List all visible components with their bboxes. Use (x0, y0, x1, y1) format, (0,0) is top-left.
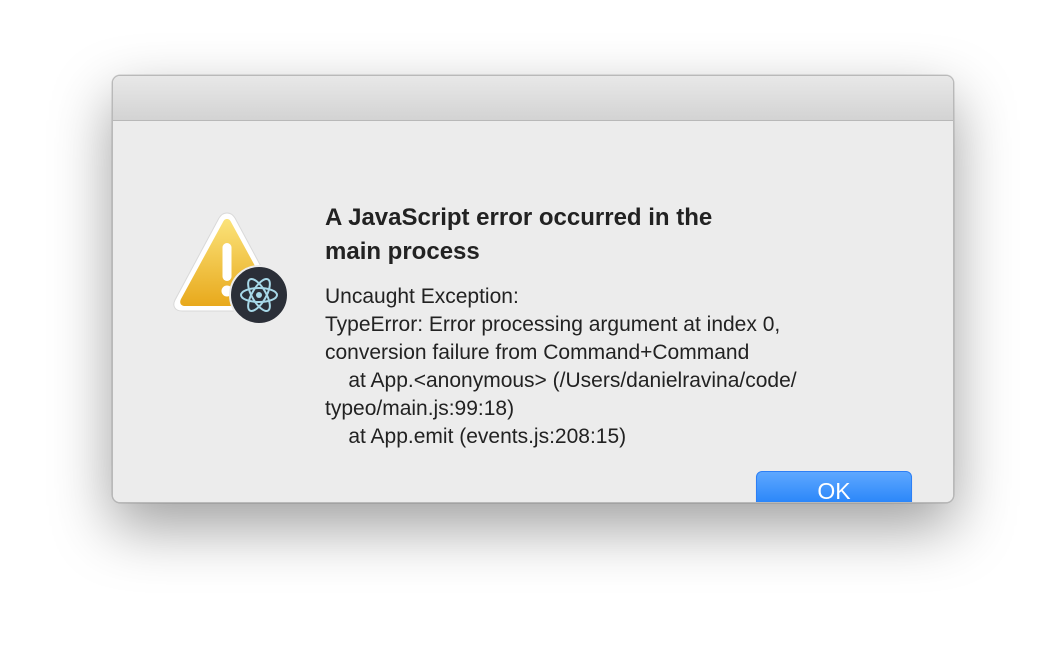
dialog-icon (165, 207, 289, 325)
ok-button[interactable]: OK (756, 471, 912, 502)
error-dialog: A JavaScript error occurred in the main … (112, 75, 954, 503)
electron-icon (229, 265, 289, 325)
dialog-content: A JavaScript error occurred in the main … (113, 121, 953, 502)
error-message: Uncaught Exception: TypeError: Error pro… (325, 285, 797, 448)
warning-icon (173, 212, 289, 325)
dialog-heading: A JavaScript error occurred in the main … (325, 204, 713, 265)
dialog-titlebar[interactable] (113, 76, 953, 121)
